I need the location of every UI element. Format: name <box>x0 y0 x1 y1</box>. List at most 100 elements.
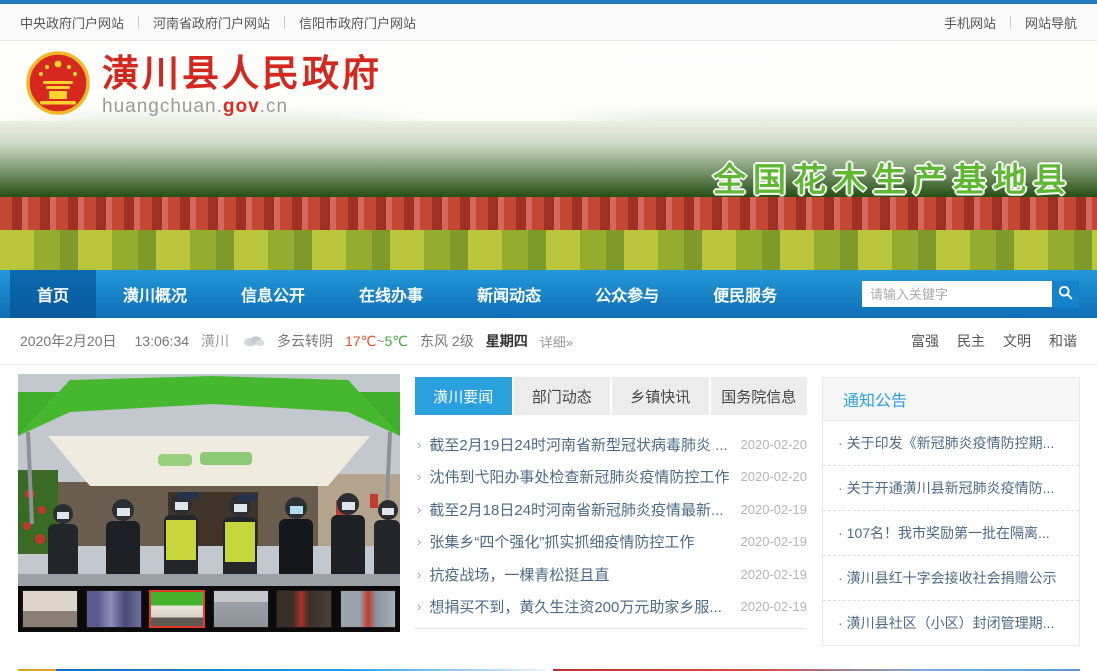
tab-department-updates[interactable]: 部门动态 <box>514 377 611 415</box>
nav-item-convenience-services[interactable]: 便民服务 <box>686 270 804 318</box>
weather-detail-link[interactable]: 详细» <box>540 332 573 351</box>
search-icon <box>1058 285 1073 303</box>
carousel-thumbnail-active[interactable] <box>149 590 205 628</box>
domain-prefix: huangchuan. <box>102 96 223 117</box>
topbar-right-links: 手机网站 网站导航 <box>944 13 1077 32</box>
news-item[interactable]: › 沈伟到弋阳办事处检查新冠肺炎疫情防控工作 2020-02-20 <box>415 461 807 494</box>
topbar-link-mobile-site[interactable]: 手机网站 <box>944 13 996 32</box>
date-weather: 2020年2月20日 13:06:34 潢川 多云转阴 17℃~5℃ 东风 2级… <box>20 331 585 351</box>
national-emblem-icon <box>26 51 90 120</box>
dot-bullet-icon: · <box>838 615 843 631</box>
notice-text: 潢川县社区（小区）封闭管理期... <box>847 615 1055 631</box>
news-title: 想捐买不到，黄久生注资200万元助家乡服... <box>429 596 730 617</box>
news-date: 2020-02-19 <box>741 502 808 517</box>
temp-separator: ~ <box>376 333 384 349</box>
weekday: 星期四 <box>486 331 528 351</box>
notice-item[interactable]: ·107名！我市奖励第一批在隔离... <box>823 511 1079 556</box>
current-time: 13:06:34 <box>135 333 190 349</box>
dot-bullet-icon: · <box>838 480 843 496</box>
current-date: 2020年2月20日 <box>20 331 117 351</box>
domain-gov: gov <box>223 96 260 117</box>
divider <box>138 16 139 29</box>
nav-item-home[interactable]: 首页 <box>10 270 96 318</box>
header-banner: 潢川县人民政府 huangchuan.gov.cn 全国花木生产基地县 <box>0 41 1097 270</box>
nav-item-news[interactable]: 新闻动态 <box>450 270 568 318</box>
topbar: 中央政府门户网站 河南省政府门户网站 信阳市政府门户网站 手机网站 网站导航 <box>0 4 1097 41</box>
value-word: 和谐 <box>1049 331 1077 351</box>
tab-township-express[interactable]: 乡镇快讯 <box>612 377 709 415</box>
notice-text: 潢川县红十字会接收社会捐赠公示 <box>847 570 1057 586</box>
news-title: 截至2月19日24时河南省新型冠状病毒肺炎 ... <box>429 434 730 455</box>
topbar-link-xinyang-gov[interactable]: 信阳市政府门户网站 <box>299 13 416 32</box>
photo-carousel <box>18 374 400 646</box>
topbar-link-central-gov[interactable]: 中央政府门户网站 <box>20 13 124 32</box>
news-title: 沈伟到弋阳办事处检查新冠肺炎疫情防控工作 <box>429 466 730 487</box>
value-word: 富强 <box>911 331 939 351</box>
weather-city: 潢川 <box>201 331 229 351</box>
banner-slogan: 全国花木生产基地县 <box>713 153 1073 201</box>
carousel-thumbnails <box>18 586 400 632</box>
carousel-thumbnail[interactable] <box>276 590 332 628</box>
nav-item-overview[interactable]: 潢川概况 <box>96 270 214 318</box>
notice-item[interactable]: ·潢川县社区（小区）封闭管理期... <box>823 601 1079 645</box>
news-list: › 截至2月19日24时河南省新型冠状病毒肺炎 ... 2020-02-20 ›… <box>415 428 807 629</box>
news-tabs: 潢川要闻 部门动态 乡镇快讯 国务院信息 <box>415 377 807 415</box>
arrow-bullet-icon: › <box>417 469 421 484</box>
carousel-thumbnail[interactable] <box>340 590 396 628</box>
dot-bullet-icon: · <box>838 435 843 451</box>
core-values: 富强 民主 文明 和谐 <box>893 331 1077 351</box>
carousel-thumbnail[interactable] <box>22 590 78 628</box>
news-date: 2020-02-19 <box>741 599 808 614</box>
notices-title: 通知公告 <box>823 378 1079 421</box>
notice-text: 107名！我市奖励第一批在隔离... <box>847 525 1050 541</box>
topbar-left-links: 中央政府门户网站 河南省政府门户网站 信阳市政府门户网站 <box>20 13 416 32</box>
notice-item[interactable]: ·关于开通潢川县新冠肺炎疫情防... <box>823 466 1079 511</box>
search-button[interactable] <box>1052 281 1079 307</box>
logo-titles: 潢川县人民政府 huangchuan.gov.cn <box>102 53 382 118</box>
dot-bullet-icon: · <box>838 570 843 586</box>
news-item[interactable]: › 截至2月19日24时河南省新型冠状病毒肺炎 ... 2020-02-20 <box>415 428 807 461</box>
notice-item[interactable]: ·潢川县红十字会接收社会捐赠公示 <box>823 556 1079 601</box>
news-item[interactable]: › 张集乡“四个强化”抓实抓细疫情防控工作 2020-02-19 <box>415 526 807 559</box>
news-date: 2020-02-19 <box>741 534 808 549</box>
news-item[interactable]: › 截至2月18日24时河南省新冠肺炎疫情最新... 2020-02-19 <box>415 493 807 526</box>
topbar-link-sitemap[interactable]: 网站导航 <box>1025 13 1077 32</box>
arrow-bullet-icon: › <box>417 437 421 452</box>
site-logo[interactable]: 潢川县人民政府 huangchuan.gov.cn <box>26 51 382 120</box>
site-title: 潢川县人民政府 <box>102 53 382 96</box>
nav-item-online-services[interactable]: 在线办事 <box>332 270 450 318</box>
carousel-photo[interactable] <box>18 374 400 586</box>
temperature: 17℃~5℃ <box>345 333 408 350</box>
search-box <box>862 281 1079 307</box>
carousel-thumbnail[interactable] <box>213 590 269 628</box>
notice-item[interactable]: ·关于印发《新冠肺炎疫情防控期... <box>823 421 1079 466</box>
news-date: 2020-02-20 <box>741 469 808 484</box>
divider <box>284 16 285 29</box>
tab-state-council-info[interactable]: 国务院信息 <box>711 377 808 415</box>
value-word: 民主 <box>957 331 985 351</box>
nav-item-public-participation[interactable]: 公众参与 <box>568 270 686 318</box>
arrow-bullet-icon: › <box>417 567 421 582</box>
temp-low: 5℃ <box>385 333 409 349</box>
topbar-link-henan-gov[interactable]: 河南省政府门户网站 <box>153 13 270 32</box>
news-section: 潢川要闻 部门动态 乡镇快讯 国务院信息 › 截至2月19日24时河南省新型冠状… <box>415 374 807 646</box>
site-domain: huangchuan.gov.cn <box>102 96 382 118</box>
news-item[interactable]: › 抗疫战场，一棵青松挺且直 2020-02-19 <box>415 558 807 591</box>
news-title: 抗疫战场，一棵青松挺且直 <box>429 564 730 585</box>
main-navigation: 首页 潢川概况 信息公开 在线办事 新闻动态 公众参与 便民服务 <box>0 270 1097 318</box>
arrow-bullet-icon: › <box>417 534 421 549</box>
news-item[interactable]: › 想捐买不到，黄久生注资200万元助家乡服... 2020-02-19 <box>415 591 807 624</box>
notice-text: 关于开通潢川县新冠肺炎疫情防... <box>847 480 1055 496</box>
arrow-bullet-icon: › <box>417 599 421 614</box>
nav-item-info-disclosure[interactable]: 信息公开 <box>214 270 332 318</box>
notices-section: 通知公告 ·关于印发《新冠肺炎疫情防控期... ·关于开通潢川县新冠肺炎疫情防.… <box>822 374 1080 646</box>
wind-info: 东风 2级 <box>420 331 474 351</box>
notice-box: 通知公告 ·关于印发《新冠肺炎疫情防控期... ·关于开通潢川县新冠肺炎疫情防.… <box>822 377 1080 646</box>
tab-huangchuan-news[interactable]: 潢川要闻 <box>415 377 512 415</box>
weather-condition: 多云转阴 <box>277 331 333 351</box>
main-content: 潢川要闻 部门动态 乡镇快讯 国务院信息 › 截至2月19日24时河南省新型冠状… <box>18 374 1080 646</box>
search-input[interactable] <box>862 281 1052 307</box>
arrow-bullet-icon: › <box>417 502 421 517</box>
carousel-thumbnail[interactable] <box>86 590 142 628</box>
domain-suffix: .cn <box>260 96 288 117</box>
